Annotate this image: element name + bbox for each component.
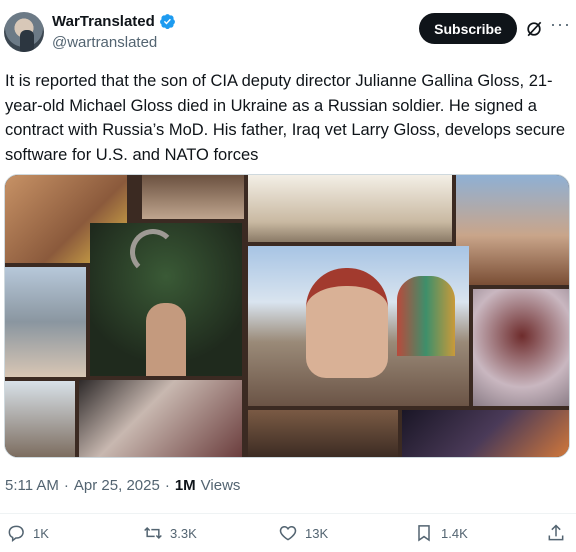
bookmark-button[interactable]: 1.4K	[414, 523, 468, 543]
reply-button[interactable]: 1K	[6, 523, 49, 543]
photo-collage[interactable]	[4, 174, 570, 458]
photo-tile-6	[90, 223, 242, 376]
like-count: 13K	[305, 525, 329, 541]
heart-icon	[279, 525, 297, 541]
photo-tile-5	[5, 267, 86, 377]
tweet-meta: 5:11 AM · Apr 25, 2025 · 1M Views	[5, 477, 240, 494]
author-handle[interactable]: @wartranslated	[52, 34, 157, 51]
verified-badge-icon[interactable]	[159, 13, 176, 30]
photo-tile-10	[79, 380, 242, 457]
share-icon	[548, 524, 564, 541]
avatar-figure	[20, 30, 34, 52]
avatar[interactable]	[4, 12, 44, 52]
like-button[interactable]: 13K	[278, 523, 328, 543]
cathedral-domes	[397, 276, 455, 356]
author-display-name[interactable]: WarTranslated	[52, 13, 155, 30]
subscribe-button[interactable]: Subscribe	[419, 13, 517, 44]
views-count: 1M	[174, 477, 196, 494]
share-button[interactable]	[546, 523, 566, 543]
photo-tile-2	[142, 175, 244, 219]
photo-tile-11	[248, 410, 398, 457]
reply-icon	[8, 525, 24, 543]
hammer-sickle-icon	[130, 229, 176, 275]
divider	[0, 513, 576, 514]
meta-separator: ·	[164, 477, 170, 494]
repost-count: 3.3K	[170, 525, 197, 541]
tweet-header: WarTranslated @wartranslated Subscribe ·…	[0, 0, 576, 62]
photo-tile-9	[5, 381, 75, 457]
views-label: Views	[200, 477, 241, 494]
figure-silhouette	[146, 303, 186, 376]
bookmark-icon	[418, 525, 430, 542]
repost-icon	[144, 526, 162, 540]
action-bar: 1K 3.3K 13K 1.4K	[0, 523, 576, 551]
tweet-time[interactable]: 5:11 AM	[5, 477, 59, 494]
photo-tile-3	[248, 175, 452, 242]
photo-tile-7	[248, 246, 469, 406]
name-row: WarTranslated	[52, 13, 176, 30]
meta-separator: ·	[63, 477, 69, 494]
tweet-date[interactable]: Apr 25, 2025	[74, 477, 160, 494]
photo-tile-8	[473, 289, 569, 406]
repost-button[interactable]: 3.3K	[143, 523, 197, 543]
reply-count: 1K	[33, 525, 49, 541]
tweet-text: It is reported that the son of CIA deput…	[5, 72, 566, 164]
grok-slash-icon[interactable]	[524, 19, 544, 39]
more-dots-icon[interactable]: ···	[550, 15, 570, 38]
selfie-face	[306, 268, 388, 378]
photo-tile-4	[456, 175, 569, 285]
photo-tile-12	[402, 410, 569, 457]
bookmark-count: 1.4K	[441, 525, 468, 541]
